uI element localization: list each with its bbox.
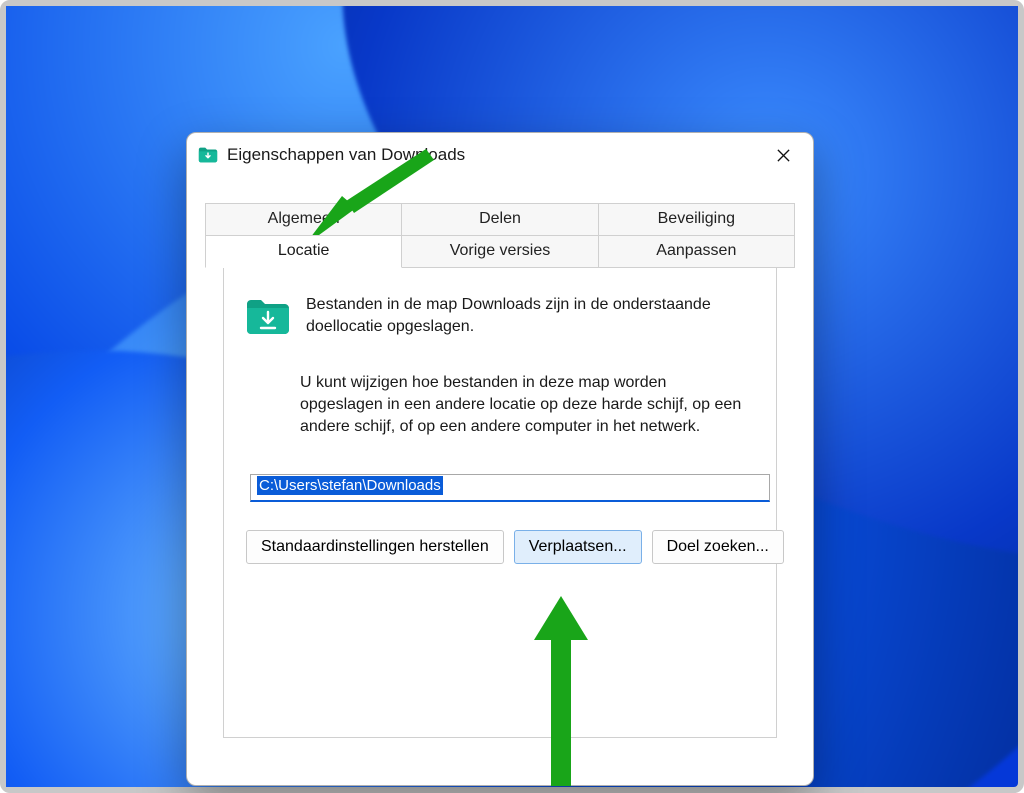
tab-previous-versions[interactable]: Vorige versies — [401, 235, 598, 268]
location-panel: Bestanden in de map Downloads zijn in de… — [223, 268, 777, 738]
tab-general[interactable]: Algemeen — [205, 203, 402, 236]
downloads-folder-large-icon — [244, 294, 292, 338]
move-button[interactable]: Verplaatsen... — [514, 530, 642, 564]
tab-security[interactable]: Beveiliging — [598, 203, 795, 236]
titlebar[interactable]: Eigenschappen van Downloads — [187, 133, 813, 177]
location-description: Bestanden in de map Downloads zijn in de… — [306, 294, 756, 337]
close-button[interactable] — [765, 139, 801, 171]
find-target-button[interactable]: Doel zoeken... — [652, 530, 784, 564]
downloads-folder-icon — [197, 144, 219, 166]
restore-defaults-button[interactable]: Standaardinstellingen herstellen — [246, 530, 504, 564]
location-path-value: C:\Users\stefan\Downloads — [257, 476, 443, 495]
tabs: Algemeen Delen Beveiliging Locatie Vorig… — [205, 203, 795, 738]
tab-sharing[interactable]: Delen — [401, 203, 598, 236]
location-buttons: Standaardinstellingen herstellen Verplaa… — [246, 530, 756, 564]
window-title: Eigenschappen van Downloads — [227, 145, 765, 165]
tab-customize[interactable]: Aanpassen — [598, 235, 795, 268]
location-path-input[interactable]: C:\Users\stefan\Downloads — [250, 474, 770, 502]
desktop: Eigenschappen van Downloads Algemeen Del… — [0, 0, 1024, 793]
tab-location[interactable]: Locatie — [205, 235, 402, 268]
properties-dialog: Eigenschappen van Downloads Algemeen Del… — [186, 132, 814, 786]
location-subtext: U kunt wijzigen hoe bestanden in deze ma… — [300, 372, 750, 438]
